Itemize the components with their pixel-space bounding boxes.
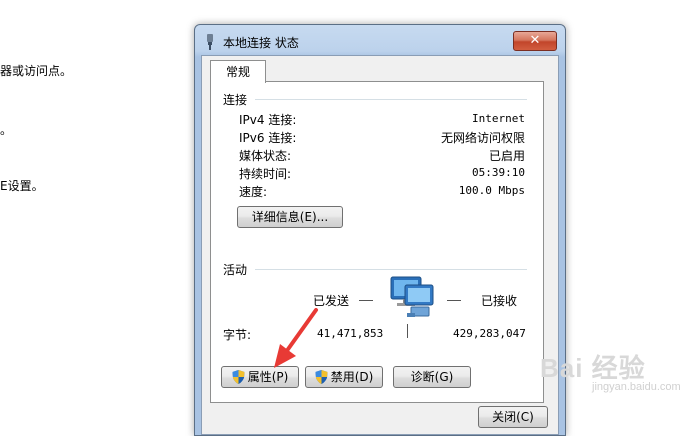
close-button-label: 关闭(C)	[492, 409, 534, 424]
connection-divider	[255, 99, 527, 100]
background-text-2: 。	[0, 123, 13, 137]
activity-divider	[255, 269, 527, 270]
general-panel: 连接 IPv4 连接: Internet IPv6 连接: 无网络访问权限 媒体…	[210, 81, 544, 403]
network-plug-icon	[207, 34, 213, 50]
sent-dash	[359, 300, 373, 301]
received-label: 已接收	[481, 294, 518, 308]
diagnose-button-label: 诊断(G)	[410, 369, 454, 384]
bytes-separator	[407, 324, 408, 338]
details-button[interactable]: 详细信息(E)...	[237, 206, 343, 228]
ipv4-value: Internet	[472, 112, 525, 125]
ipv6-value: 无网络访问权限	[440, 131, 525, 145]
details-button-label: 详细信息(E)...	[251, 209, 329, 224]
baidu-watermark: Bai 经验 jingyan.baidu.com	[540, 348, 681, 393]
media-state-label: 媒体状态:	[239, 149, 292, 163]
uac-shield-icon	[232, 370, 245, 384]
duration-label: 持续时间:	[239, 167, 292, 181]
watermark-main: Bai 经验	[540, 353, 646, 383]
watermark-sub: jingyan.baidu.com	[592, 381, 681, 393]
duration-value: 05:39:10	[472, 166, 525, 179]
activity-heading: 活动	[223, 263, 248, 277]
ipv4-label: IPv4 连接:	[239, 113, 297, 127]
background-text-1: 器或访问点。	[0, 64, 73, 78]
background-text-3: E设置。	[0, 179, 44, 193]
title-bar[interactable]: 本地连接 状态 ✕	[195, 25, 565, 55]
bytes-sent-value: 41,471,853	[317, 327, 384, 340]
media-state-value: 已启用	[488, 149, 525, 163]
close-button[interactable]: 关闭(C)	[478, 406, 548, 428]
received-dash	[447, 300, 461, 301]
disable-button-label: 禁用(D)	[330, 369, 374, 384]
tab-general[interactable]: 常规	[210, 60, 266, 83]
red-arrow-annotation	[274, 308, 318, 368]
ipv6-label: IPv6 连接:	[239, 131, 297, 145]
uac-shield-icon	[315, 370, 328, 384]
speed-value: 100.0 Mbps	[458, 184, 525, 197]
status-dialog: 本地连接 状态 ✕ 常规 连接 IPv4 连接: Internet IPv6 连…	[194, 24, 566, 436]
bytes-label: 字节:	[223, 328, 252, 342]
network-activity-icon	[390, 276, 434, 317]
window-title: 本地连接 状态	[223, 36, 299, 50]
diagnose-button[interactable]: 诊断(G)	[393, 366, 471, 388]
bytes-received-value: 429,283,047	[453, 327, 526, 340]
dialog-client-area: 常规 连接 IPv4 连接: Internet IPv6 连接: 无网络访问权限…	[201, 55, 559, 435]
close-window-button[interactable]: ✕	[513, 31, 557, 51]
sent-label: 已发送	[313, 294, 350, 308]
speed-label: 速度:	[239, 185, 268, 199]
connection-heading: 连接	[223, 93, 248, 107]
